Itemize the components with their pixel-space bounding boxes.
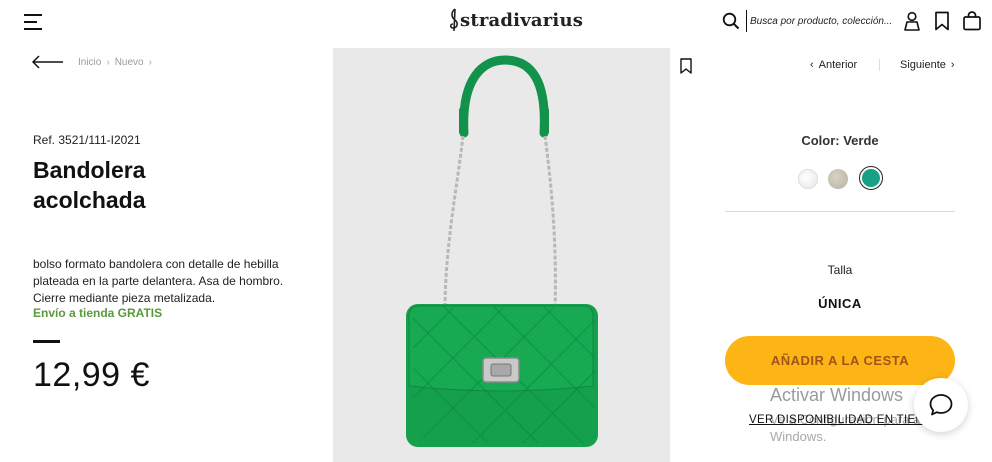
color-swatch-green	[862, 169, 880, 187]
menu-icon[interactable]	[24, 12, 42, 30]
save-bookmark-icon[interactable]	[679, 58, 693, 74]
green-bag-illustration	[406, 55, 598, 447]
product-image[interactable]	[333, 48, 670, 462]
shipping-info: Envío a tienda GRATIS	[33, 306, 163, 320]
chevron-right-icon: ›	[950, 59, 955, 71]
color-swatch-white[interactable]	[798, 169, 818, 189]
chevron-right-icon: ›	[106, 57, 110, 68]
section-divider	[725, 211, 955, 212]
back-arrow-icon[interactable]	[32, 54, 64, 70]
shopping-bag-icon[interactable]	[962, 11, 982, 31]
user-icon[interactable]	[903, 11, 921, 31]
next-label: Siguiente	[900, 59, 946, 71]
wishlist-bookmark-icon[interactable]	[933, 11, 951, 31]
color-label: Color: Verde	[801, 133, 879, 148]
price-divider	[33, 340, 60, 343]
size-label: Talla	[827, 263, 853, 277]
logo-text: stradivarius	[460, 9, 584, 31]
store-availability-link[interactable]: VER DISPONIBILIDAD EN TIENDA	[749, 414, 941, 426]
breadcrumb-new-link[interactable]: Nuevo	[115, 57, 144, 68]
color-swatch-beige[interactable]	[828, 169, 848, 189]
next-product-link[interactable]: Siguiente ›	[900, 59, 955, 71]
previous-label: Anterior	[818, 59, 858, 71]
logo-clef-icon	[449, 8, 458, 32]
search-icon[interactable]	[722, 12, 740, 30]
product-price: 12,99 €	[33, 356, 150, 394]
product-title: Bandolera acolchada	[33, 157, 146, 213]
color-swatch-green-selected[interactable]	[859, 166, 883, 190]
previous-product-link[interactable]: ‹ Anterior	[810, 59, 857, 71]
product-ref: Ref. 3521/111-I2021	[33, 133, 141, 147]
chevron-right-icon: ›	[148, 57, 152, 68]
chat-bubble-icon	[929, 394, 953, 416]
nav-divider	[879, 59, 880, 71]
breadcrumb-home-link[interactable]: Inicio	[78, 57, 101, 68]
breadcrumb: Inicio › Nuevo ›	[78, 57, 152, 68]
add-to-cart-button[interactable]: AÑADIR A LA CESTA	[725, 336, 955, 385]
size-value[interactable]: ÚNICA	[725, 296, 955, 311]
windows-activation-watermark: Activar Windows	[770, 385, 904, 405]
chat-button[interactable]	[914, 378, 968, 432]
logo[interactable]: stradivarius	[448, 6, 583, 34]
search-input[interactable]	[746, 10, 894, 32]
product-description: bolso formato bandolera con detalle de h…	[33, 257, 284, 305]
chevron-left-icon: ‹	[810, 59, 814, 71]
